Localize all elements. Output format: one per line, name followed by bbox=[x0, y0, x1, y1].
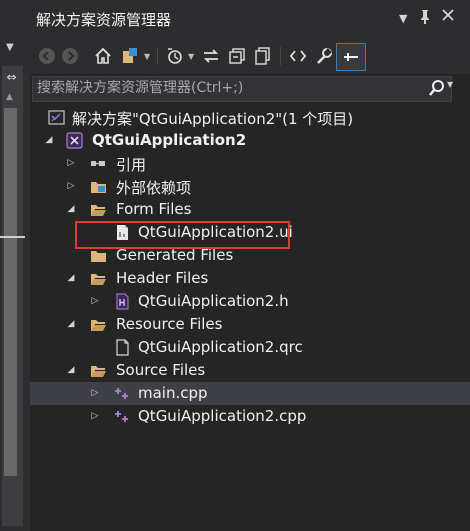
annotation-highlight-box bbox=[75, 221, 290, 249]
search-box[interactable]: ▼ bbox=[32, 76, 453, 102]
filter-dropdown-icon[interactable]: ▼ bbox=[188, 52, 194, 61]
solution-icon bbox=[48, 109, 65, 126]
close-icon[interactable] bbox=[442, 9, 454, 25]
folder-open-icon bbox=[90, 316, 107, 333]
solution-explorer-panel: 解决方案资源管理器 ▼ ▼ ▼ 搜索解决方案资源管理器(Ctrl+;) ▼ 解决… bbox=[30, 0, 470, 531]
view-code-icon[interactable] bbox=[287, 45, 309, 67]
tree-row-qrc-file[interactable]: QtGuiApplication2.qrc bbox=[30, 336, 470, 359]
collapse-all-icon[interactable] bbox=[226, 45, 248, 67]
tree-row-header-file[interactable]: ▷ QtGuiApplication2.h bbox=[30, 290, 470, 313]
folder-open-icon bbox=[90, 201, 107, 218]
search-options-dropdown-icon[interactable]: ▼ bbox=[447, 80, 453, 89]
back-icon[interactable] bbox=[36, 45, 58, 67]
scroll-up-arrow[interactable]: ▲ bbox=[6, 92, 13, 102]
pin-icon[interactable] bbox=[418, 9, 432, 29]
expanded-arrow-icon[interactable]: ◢ bbox=[64, 267, 78, 290]
solution-label: 解决方案"QtGuiApplication2"(1 个项目) bbox=[72, 110, 354, 128]
expanded-arrow-icon[interactable]: ◢ bbox=[64, 198, 78, 221]
tree-row-form-files[interactable]: ◢ Form Files bbox=[30, 198, 470, 221]
collapsed-arrow-icon[interactable]: ▷ bbox=[64, 175, 78, 198]
references-label: 引用 bbox=[116, 156, 147, 174]
folder-open-icon bbox=[90, 362, 107, 379]
search-input[interactable] bbox=[37, 78, 417, 98]
main-cpp-label: main.cpp bbox=[138, 384, 208, 402]
project-label: QtGuiApplication2 bbox=[92, 131, 247, 149]
show-all-files-icon[interactable] bbox=[252, 45, 274, 67]
cpp-file-icon bbox=[114, 385, 131, 402]
pending-changes-filter-icon[interactable] bbox=[164, 45, 186, 67]
folder-open-icon bbox=[90, 270, 107, 287]
source-files-label: Source Files bbox=[116, 361, 206, 379]
qrc-file-label: QtGuiApplication2.qrc bbox=[138, 338, 303, 356]
panel-title: 解决方案资源管理器 bbox=[36, 11, 172, 29]
preview-selected-items-icon[interactable] bbox=[336, 43, 366, 71]
switch-views-icon[interactable] bbox=[120, 45, 142, 67]
tree-row-resource-files[interactable]: ◢ Resource Files bbox=[30, 313, 470, 336]
chevron-down-icon[interactable]: ▼ bbox=[6, 42, 14, 53]
properties-wrench-icon[interactable] bbox=[313, 45, 335, 67]
collapsed-arrow-icon[interactable]: ▷ bbox=[88, 382, 102, 405]
collapsed-arrow-icon[interactable]: ▷ bbox=[64, 152, 78, 175]
switch-views-dropdown-icon[interactable]: ▼ bbox=[144, 52, 150, 61]
tree-row-solution[interactable]: 解决方案"QtGuiApplication2"(1 个项目) bbox=[30, 106, 470, 129]
expanded-arrow-icon[interactable]: ◢ bbox=[42, 129, 56, 152]
tree-row-main-cpp[interactable]: ▷ main.cpp bbox=[30, 382, 470, 405]
search-icon[interactable] bbox=[428, 79, 446, 97]
tree-row-header-files[interactable]: ◢ Header Files bbox=[30, 267, 470, 290]
app-cpp-label: QtGuiApplication2.cpp bbox=[138, 407, 307, 425]
window-position-dropdown-icon[interactable]: ▼ bbox=[399, 12, 407, 25]
external-dependencies-icon bbox=[90, 178, 107, 195]
toolbar-separator bbox=[280, 47, 281, 65]
references-icon bbox=[90, 155, 107, 172]
left-docked-panel-strip: ▼ ⇔ ▲ bbox=[0, 0, 25, 531]
expanded-arrow-icon[interactable]: ◢ bbox=[64, 313, 78, 336]
solution-tree: 解决方案"QtGuiApplication2"(1 个项目) ◢ QtGuiAp… bbox=[30, 104, 470, 531]
home-icon[interactable] bbox=[92, 45, 114, 67]
expanded-arrow-icon[interactable]: ◢ bbox=[64, 359, 78, 382]
split-icon[interactable]: ⇔ bbox=[3, 70, 20, 84]
qrc-file-icon bbox=[114, 339, 131, 356]
folder-icon bbox=[90, 247, 107, 264]
tree-row-references[interactable]: ▷ 引用 bbox=[30, 152, 470, 175]
header-file-icon bbox=[114, 293, 131, 310]
forward-icon[interactable] bbox=[59, 45, 81, 67]
tree-row-app-cpp[interactable]: ▷ QtGuiApplication2.cpp bbox=[30, 405, 470, 428]
cpp-file-icon bbox=[114, 408, 131, 425]
external-dependencies-label: 外部依赖项 bbox=[116, 179, 192, 197]
panel-toolbar: ▼ ▼ bbox=[30, 38, 470, 74]
header-file-label: QtGuiApplication2.h bbox=[138, 292, 289, 310]
qt-project-icon bbox=[66, 132, 83, 149]
scrollbar-thumb[interactable] bbox=[4, 108, 17, 476]
tree-row-source-files[interactable]: ◢ Source Files bbox=[30, 359, 470, 382]
tree-row-project[interactable]: ◢ QtGuiApplication2 bbox=[30, 129, 470, 152]
scroll-position-marker bbox=[0, 236, 25, 238]
header-files-label: Header Files bbox=[116, 269, 209, 287]
toolbar-separator bbox=[157, 47, 158, 65]
form-files-label: Form Files bbox=[116, 200, 192, 218]
collapsed-arrow-icon[interactable]: ▷ bbox=[88, 290, 102, 313]
collapsed-arrow-icon[interactable]: ▷ bbox=[88, 405, 102, 428]
resource-files-label: Resource Files bbox=[116, 315, 223, 333]
sync-with-active-document-icon[interactable] bbox=[200, 45, 222, 67]
tree-row-external-dependencies[interactable]: ▷ 外部依赖项 bbox=[30, 175, 470, 198]
panel-titlebar: 解决方案资源管理器 ▼ bbox=[30, 0, 470, 38]
